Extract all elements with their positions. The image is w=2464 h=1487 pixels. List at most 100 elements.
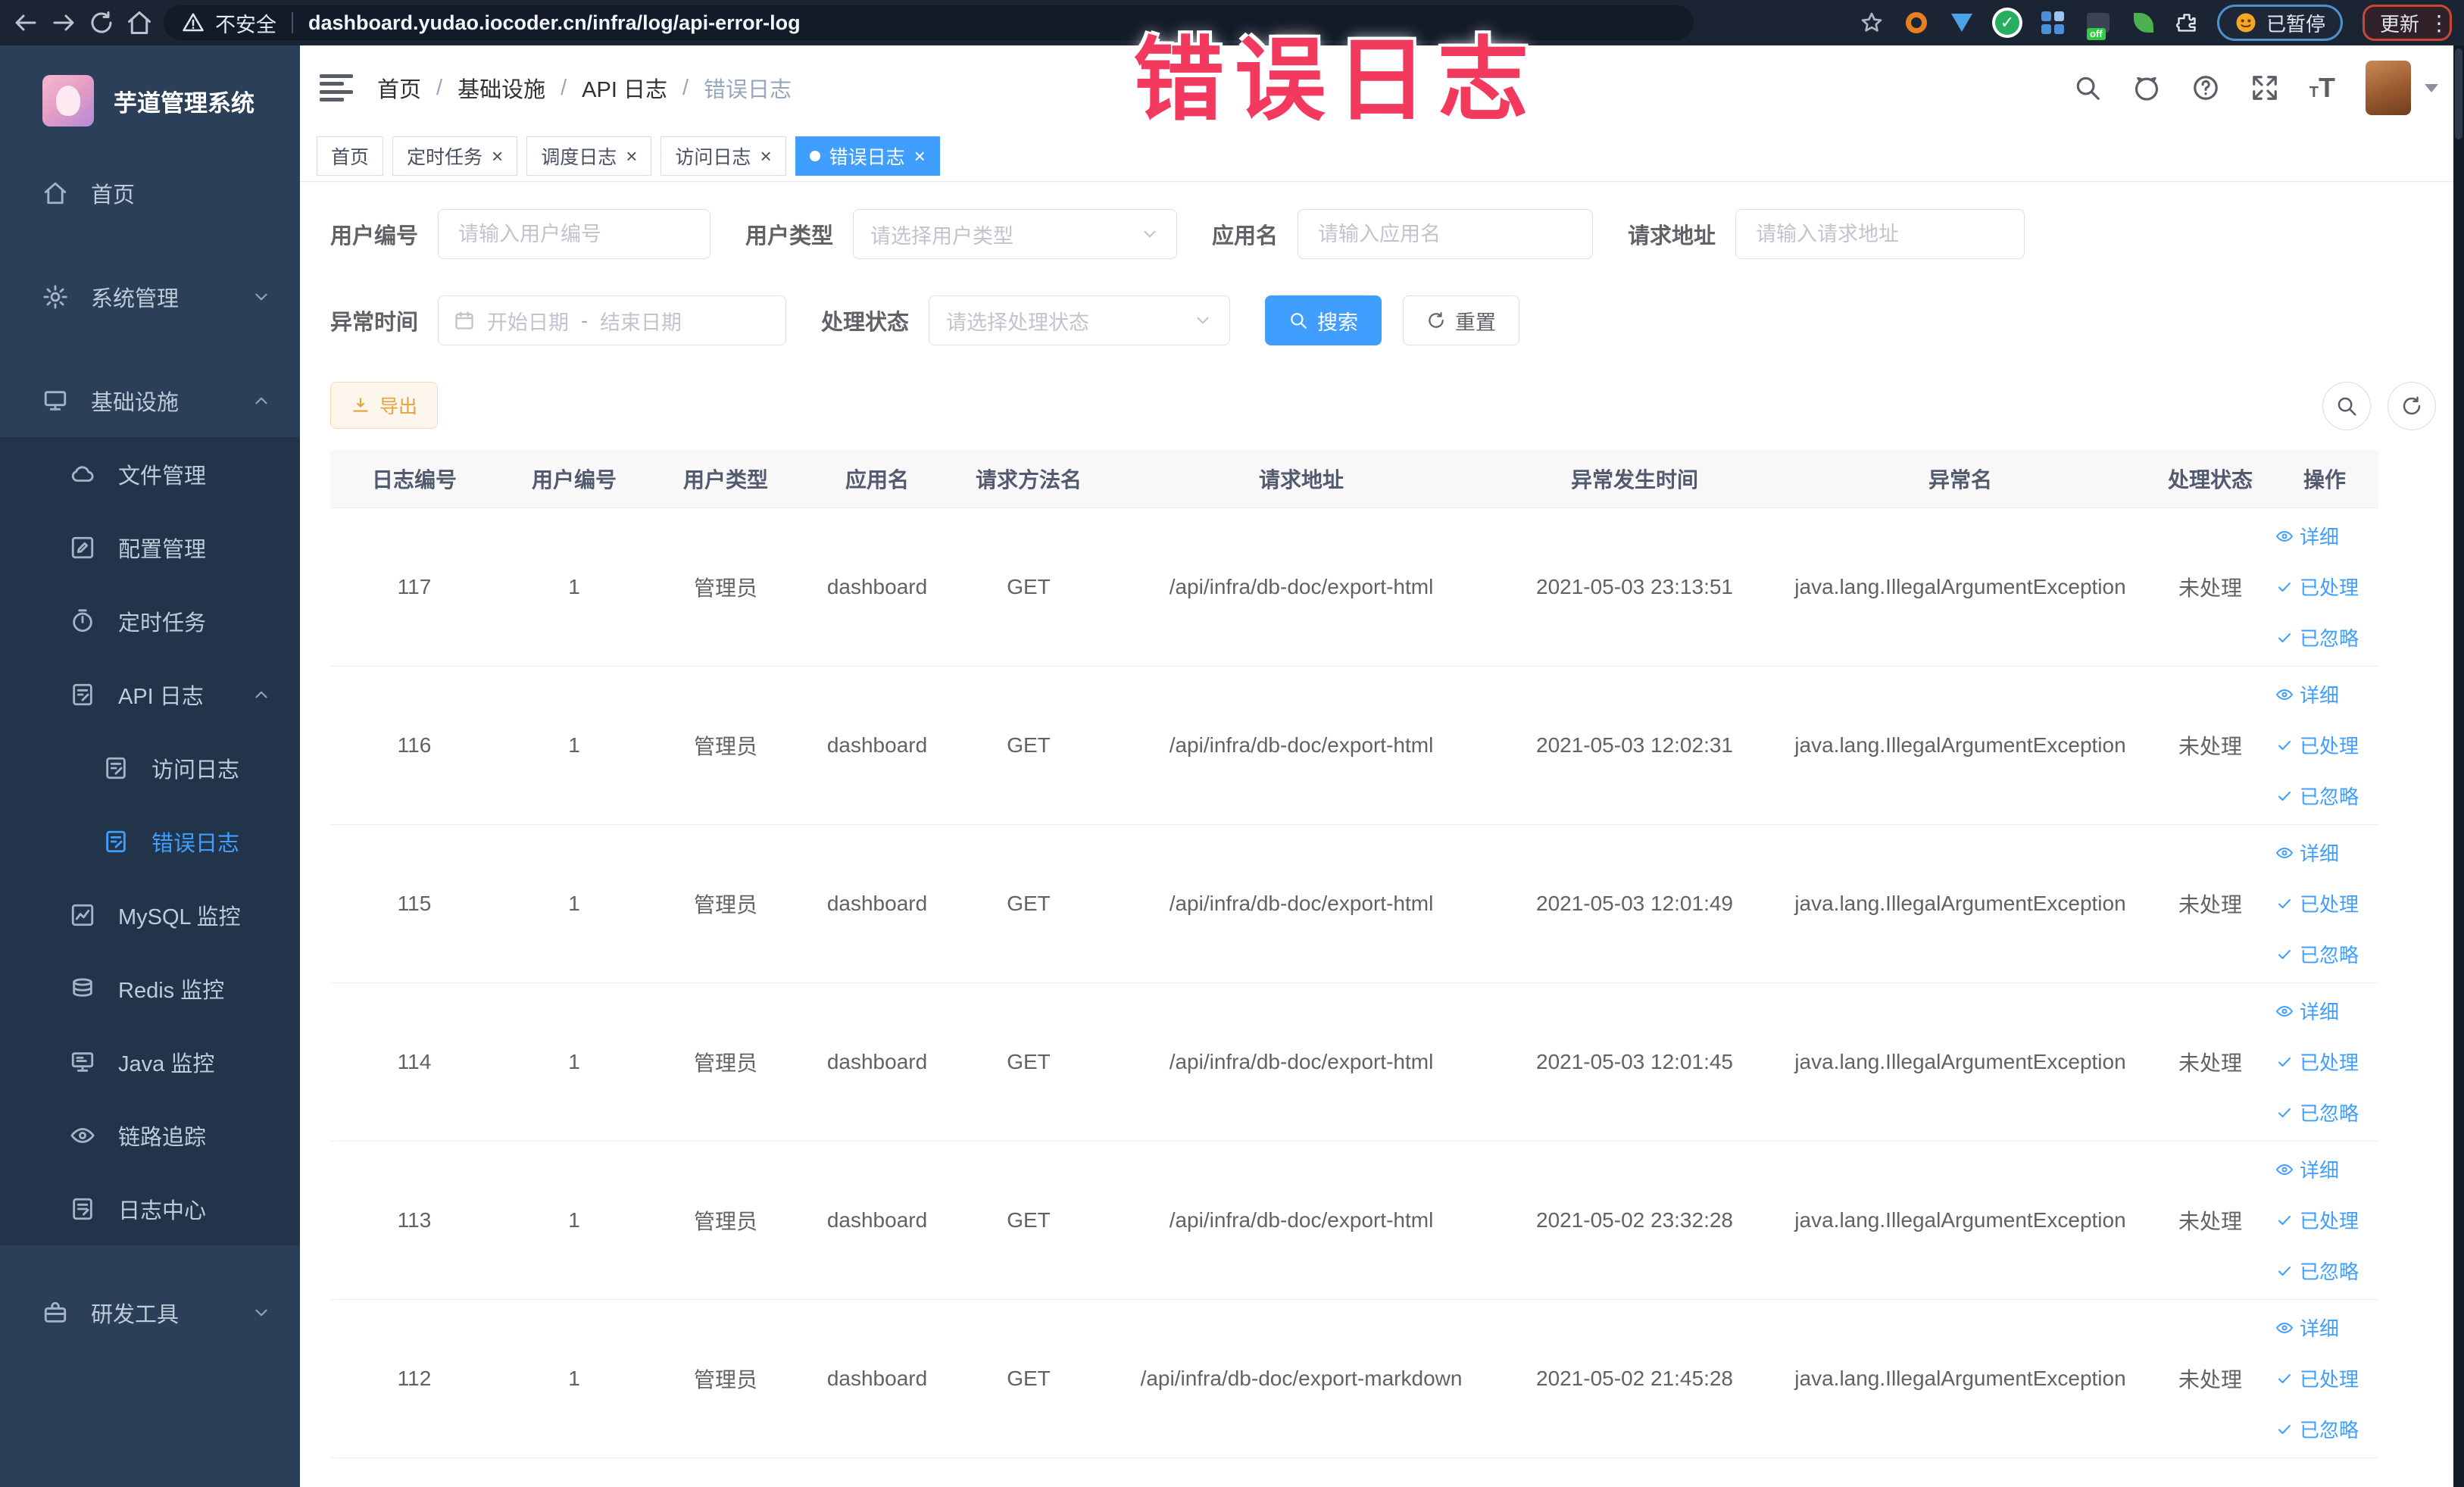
table-row[interactable]: 117 1 管理员 dashboard GET/api/infra/db-doc/exp… xyxy=(330,508,2378,667)
table-cell: 管理员 xyxy=(650,982,801,1142)
action-已处理[interactable]: 已处理 xyxy=(2275,1206,2359,1234)
search-button[interactable]: 搜索 xyxy=(1265,295,1382,345)
extension-leaf-icon[interactable] xyxy=(2131,10,2156,36)
request-url-input[interactable] xyxy=(1735,209,2025,259)
export-button[interactable]: 导出 xyxy=(330,382,439,429)
close-icon[interactable]: × xyxy=(914,146,926,166)
extensions-puzzle-icon[interactable] xyxy=(2176,12,2197,33)
user-id-label: 用户编号 xyxy=(330,224,419,248)
column-header: 应用名 xyxy=(801,450,953,508)
browser-forward-icon[interactable] xyxy=(50,9,77,36)
table-row[interactable]: 114 1 管理员 dashboard GET/api/infra/db-doc/exp… xyxy=(330,982,2378,1142)
github-icon[interactable] xyxy=(2132,73,2161,102)
table-row[interactable]: 116 1 管理员 dashboard GET/api/infra/db-doc/exp… xyxy=(330,666,2378,825)
sidebar-item-mysql-监控[interactable]: MySQL 监控 xyxy=(0,878,300,951)
reset-button[interactable]: 重置 xyxy=(1403,295,1520,345)
sidebar-item-icon xyxy=(42,388,68,414)
extension-grid-icon[interactable] xyxy=(2040,10,2066,36)
action-已处理[interactable]: 已处理 xyxy=(2275,1048,2359,1076)
address-bar[interactable]: 不安全 dashboard.yudao.iocoder.cn/infra/log… xyxy=(164,5,1694,40)
sidebar-item-定时任务[interactable]: 定时任务 xyxy=(0,584,300,658)
close-icon[interactable]: × xyxy=(492,146,503,166)
tab-定时任务[interactable]: 定时任务 × xyxy=(392,136,518,176)
table-row[interactable]: 113 1 管理员 dashboard GET/api/infra/db-doc/exp… xyxy=(330,1141,2378,1300)
sidebar-item-基础设施[interactable]: 基础设施 xyxy=(0,364,300,437)
app-name-label: 应用名 xyxy=(1212,224,1279,248)
tab-首页[interactable]: 首页 xyxy=(317,136,384,176)
browser-menu-icon[interactable]: ⋮ xyxy=(2428,11,2450,36)
sidebar-item-java-监控[interactable]: Java 监控 xyxy=(0,1025,300,1098)
action-已忽略[interactable]: 已忽略 xyxy=(2275,1415,2359,1443)
user-id-input[interactable] xyxy=(438,209,711,259)
action-已忽略[interactable]: 已忽略 xyxy=(2275,782,2359,810)
fullscreen-icon[interactable] xyxy=(2250,73,2279,102)
font-size-icon[interactable]: TT xyxy=(2309,74,2335,102)
breadcrumb-item[interactable]: 基础设施 xyxy=(458,72,545,104)
sidebar-item-文件管理[interactable]: 文件管理 xyxy=(0,437,300,511)
action-详细[interactable]: 详细 xyxy=(2275,680,2339,708)
help-icon[interactable] xyxy=(2191,73,2220,102)
chevron-icon xyxy=(251,287,271,307)
tab-访问日志[interactable]: 访问日志 × xyxy=(661,136,786,176)
close-icon[interactable]: × xyxy=(626,146,637,166)
sidebar-item-api-日志[interactable]: API 日志 xyxy=(0,658,300,731)
sidebar-item-错误日志[interactable]: 错误日志 xyxy=(0,804,300,878)
close-icon[interactable]: × xyxy=(760,146,771,166)
extension-off-icon[interactable]: off xyxy=(2085,10,2111,40)
user-type-select[interactable]: 请选择用户类型 xyxy=(853,209,1178,259)
action-详细[interactable]: 详细 xyxy=(2275,1155,2339,1183)
action-label: 已处理 xyxy=(2300,893,2359,916)
update-badge[interactable]: 更新 ⋮ xyxy=(2362,5,2452,41)
sidebar-item-首页[interactable]: 首页 xyxy=(0,156,300,230)
toggle-search-button[interactable] xyxy=(2322,382,2371,430)
action-详细[interactable]: 详细 xyxy=(2275,522,2339,550)
action-已忽略[interactable]: 已忽略 xyxy=(2275,940,2359,968)
sidebar-item-配置管理[interactable]: 配置管理 xyxy=(0,511,300,584)
action-已处理[interactable]: 已处理 xyxy=(2275,889,2359,917)
browser-back-icon[interactable] xyxy=(12,9,39,36)
sidebar-item-访问日志[interactable]: 访问日志 xyxy=(0,731,300,804)
user-menu[interactable] xyxy=(2366,61,2438,115)
sidebar-logo[interactable]: 芋道管理系统 xyxy=(0,45,300,156)
action-已忽略[interactable]: 已忽略 xyxy=(2275,623,2359,651)
breadcrumb-item[interactable]: API 日志 xyxy=(582,72,667,104)
sidebar-item-label: 文件管理 xyxy=(118,464,207,489)
browser-extensions: ✓ off 已暂停 更新 ⋮ xyxy=(1860,5,2452,41)
process-status-select[interactable]: 请选择处理状态 xyxy=(929,295,1231,345)
action-详细[interactable]: 详细 xyxy=(2275,1314,2339,1342)
tab-调度日志[interactable]: 调度日志 × xyxy=(526,136,652,176)
action-已处理[interactable]: 已处理 xyxy=(2275,731,2359,759)
action-已忽略[interactable]: 已忽略 xyxy=(2275,1257,2359,1285)
sidebar-item-日志中心[interactable]: 日志中心 xyxy=(0,1172,300,1245)
url-divider xyxy=(292,12,293,33)
table-row[interactable]: 112 1 管理员 dashboard GET/api/infra/db-doc/exp… xyxy=(330,1299,2378,1458)
sidebar-item-研发工具[interactable]: 研发工具 xyxy=(0,1276,300,1349)
table-row[interactable]: 115 1 管理员 dashboard GET/api/infra/db-doc/exp… xyxy=(330,824,2378,983)
scrollbar-thumb[interactable] xyxy=(2455,48,2462,139)
sidebar-item-系统管理[interactable]: 系统管理 xyxy=(0,260,300,333)
action-已忽略[interactable]: 已忽略 xyxy=(2275,1098,2359,1126)
action-已处理[interactable]: 已处理 xyxy=(2275,1364,2359,1392)
app-name-input[interactable] xyxy=(1298,209,1594,259)
window-scrollbar[interactable] xyxy=(2453,45,2464,1487)
browser-home-icon[interactable] xyxy=(126,9,153,36)
action-icon xyxy=(2275,686,2294,704)
action-已处理[interactable]: 已处理 xyxy=(2275,573,2359,601)
exception-time-range-picker[interactable]: 开始日期 - 结束日期 xyxy=(438,295,787,345)
tab-错误日志[interactable]: 错误日志 × xyxy=(795,136,940,176)
extension-green-check-icon[interactable]: ✓ xyxy=(1994,10,2020,36)
browser-reload-icon[interactable] xyxy=(88,9,115,36)
paused-badge[interactable]: 已暂停 xyxy=(2216,5,2343,41)
action-详细[interactable]: 详细 xyxy=(2275,997,2339,1025)
action-详细[interactable]: 详细 xyxy=(2275,839,2339,867)
refresh-table-button[interactable] xyxy=(2387,382,2436,430)
bookmark-star-icon[interactable] xyxy=(1860,11,1884,35)
hamburger-icon[interactable] xyxy=(320,74,353,102)
extension-orange-ring-icon[interactable] xyxy=(1903,10,1929,36)
sidebar-item-redis-监控[interactable]: Redis 监控 xyxy=(0,951,300,1025)
breadcrumb-item[interactable]: 首页 xyxy=(377,72,421,104)
process-status-label: 处理状态 xyxy=(821,311,910,335)
sidebar-item-链路追踪[interactable]: 链路追踪 xyxy=(0,1098,300,1172)
extension-blue-drop-icon[interactable] xyxy=(1949,10,1975,36)
search-icon[interactable] xyxy=(2073,73,2102,102)
